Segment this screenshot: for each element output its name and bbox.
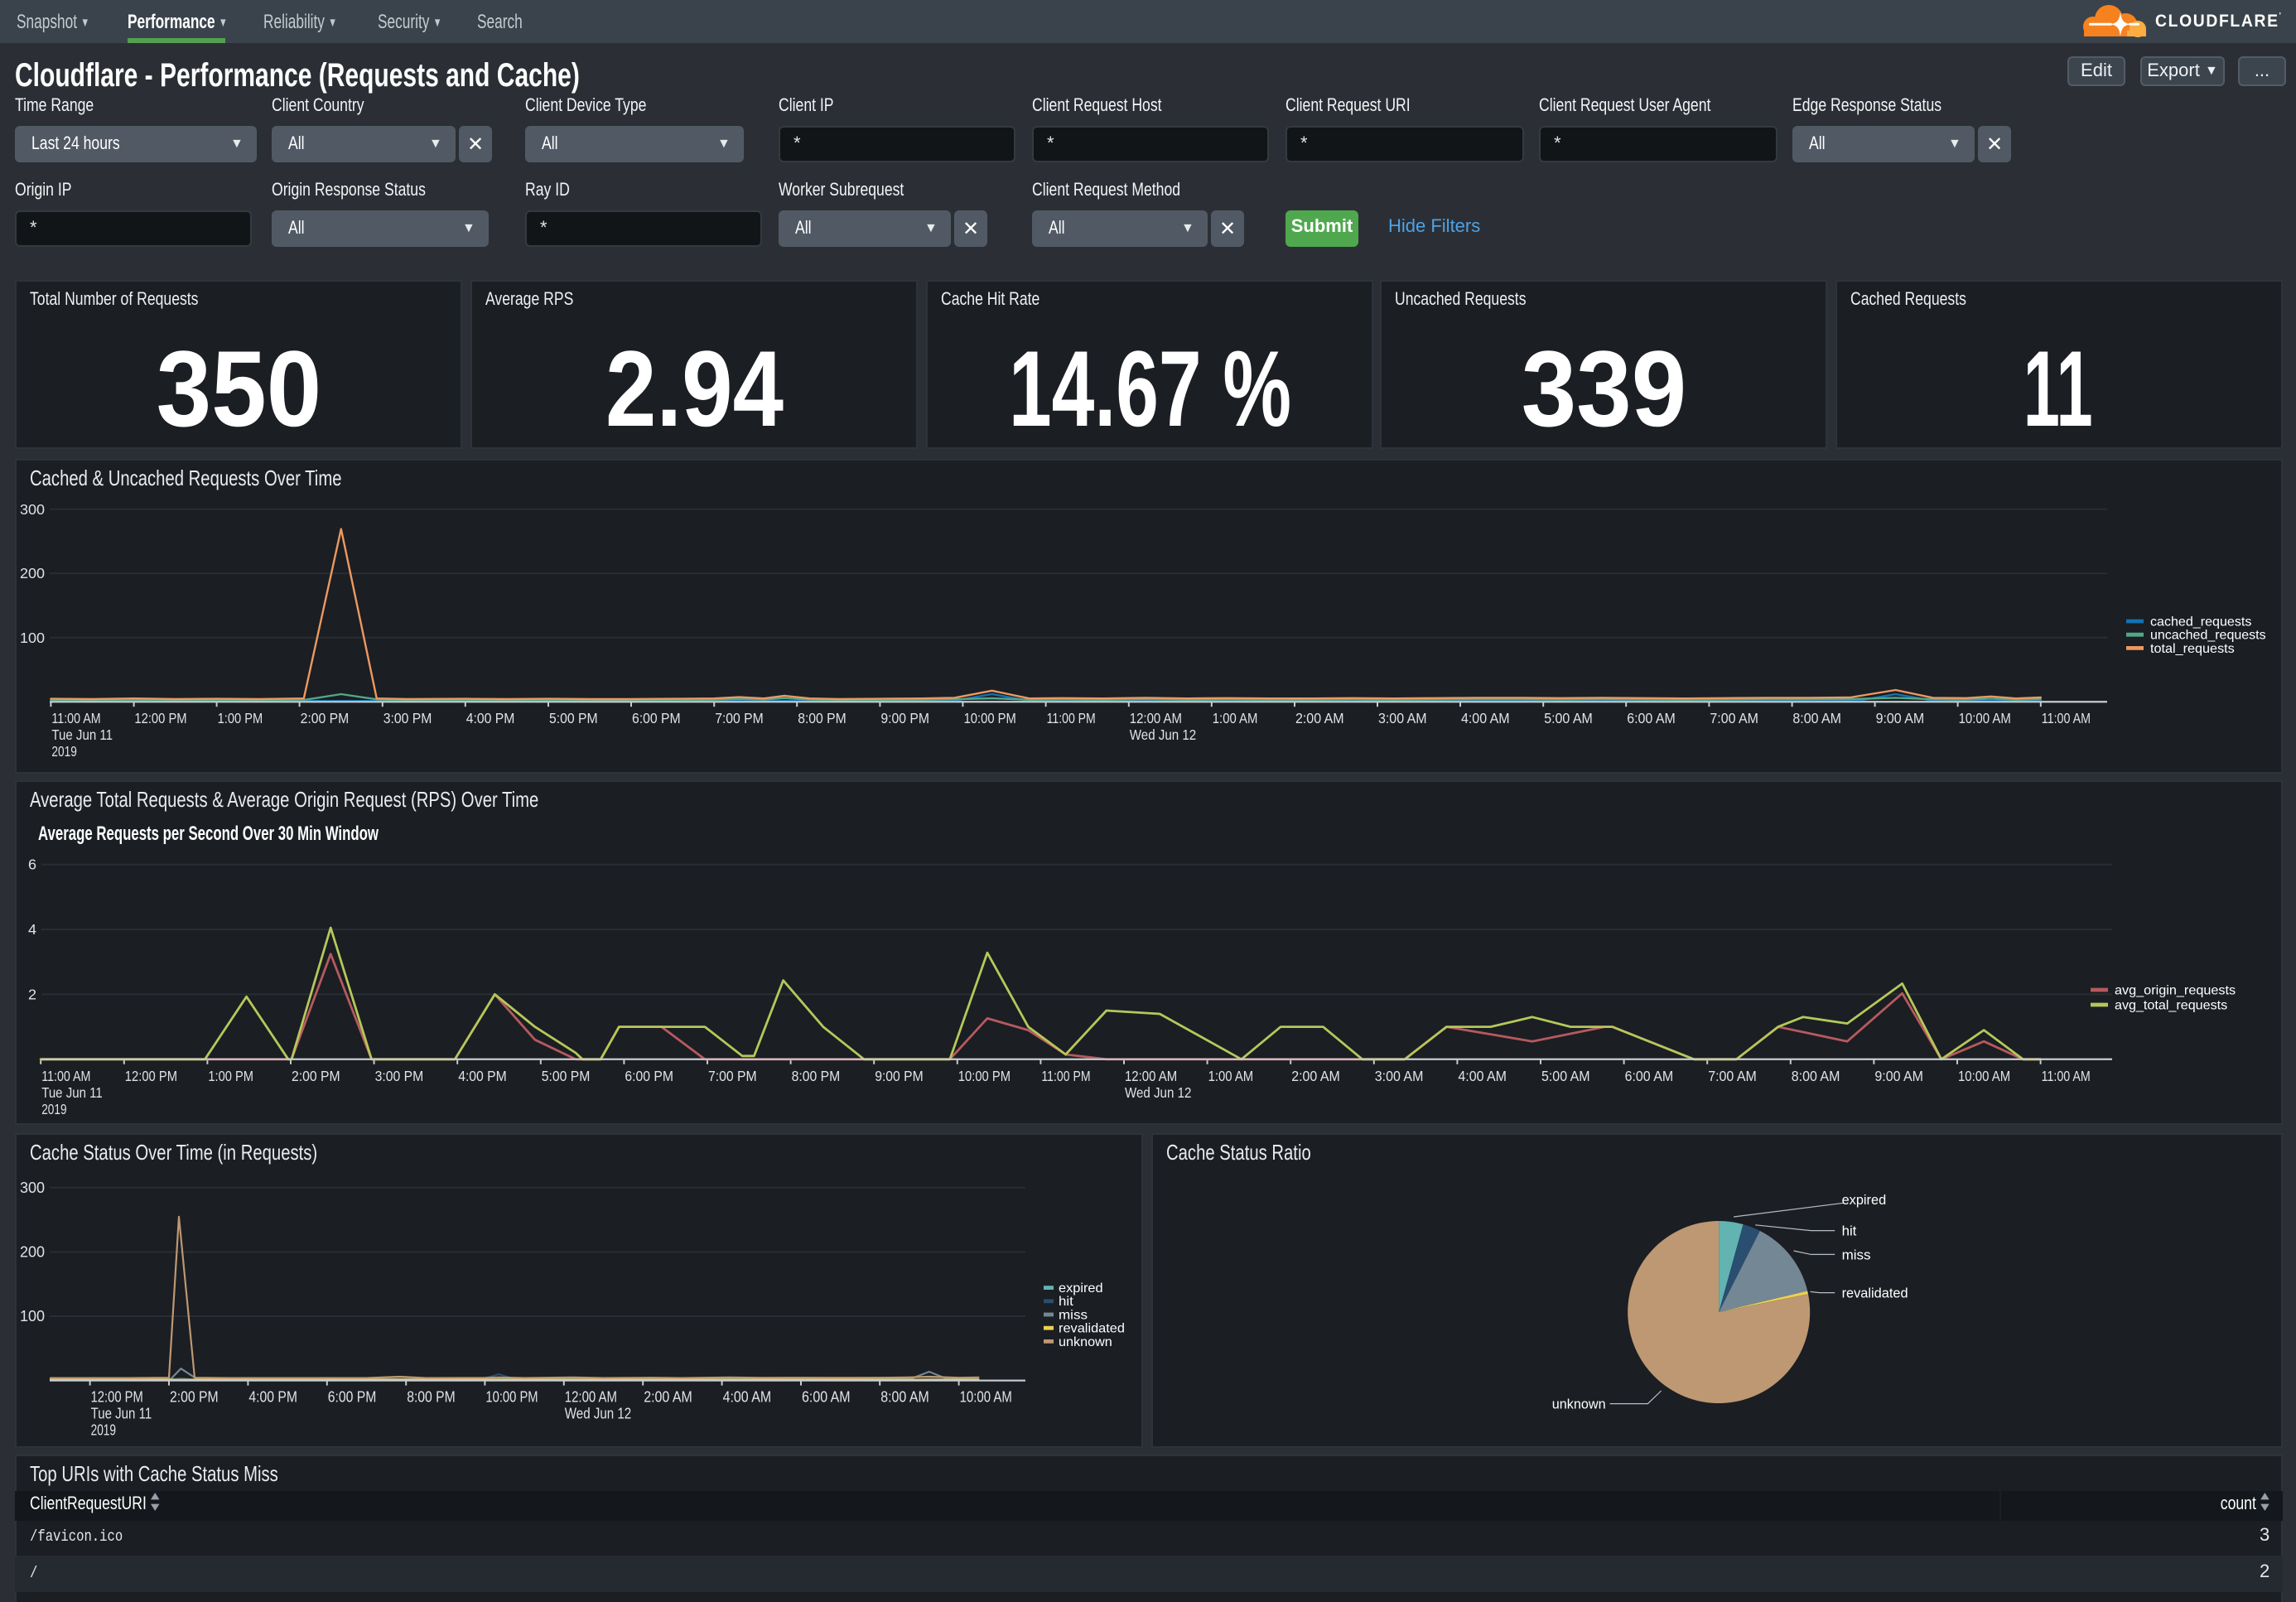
svg-text:11:00 AM: 11:00 AM (41, 1068, 90, 1084)
svg-text:300: 300 (20, 500, 45, 517)
svg-text:10:00 AM: 10:00 AM (960, 1388, 1012, 1405)
svg-text:9:00 PM: 9:00 PM (880, 709, 929, 726)
svg-text:8:00 PM: 8:00 PM (407, 1388, 456, 1405)
svg-text:Wed Jun 12: Wed Jun 12 (1130, 726, 1196, 742)
svg-text:2:00 AM: 2:00 AM (1291, 1068, 1340, 1084)
svg-text:4:00 PM: 4:00 PM (458, 1068, 507, 1084)
svg-text:11:00 PM: 11:00 PM (1047, 709, 1096, 726)
svg-text:cached_requests: cached_requests (2150, 614, 2251, 628)
svg-text:miss: miss (1059, 1307, 1088, 1321)
svg-text:100: 100 (20, 1307, 45, 1324)
svg-text:Tue Jun 11: Tue Jun 11 (91, 1405, 152, 1421)
svg-text:2019: 2019 (51, 742, 76, 759)
svg-text:8:00 AM: 8:00 AM (880, 1388, 929, 1405)
svg-text:Tue Jun 11: Tue Jun 11 (51, 726, 113, 742)
svg-text:hit: hit (1841, 1223, 1856, 1238)
svg-text:5:00 AM: 5:00 AM (1544, 709, 1593, 726)
svg-text:2:00 PM: 2:00 PM (292, 1068, 340, 1084)
svg-text:7:00 PM: 7:00 PM (715, 709, 764, 726)
svg-text:1:00 AM: 1:00 AM (1208, 1068, 1254, 1084)
svg-text:2: 2 (28, 986, 36, 1002)
svg-text:10:00 PM: 10:00 PM (485, 1388, 538, 1405)
svg-text:avg_total_requests: avg_total_requests (2115, 998, 2227, 1012)
svg-text:6:00 AM: 6:00 AM (1625, 1068, 1674, 1084)
svg-text:miss: miss (1841, 1246, 1870, 1262)
svg-text:8:00 PM: 8:00 PM (792, 1068, 841, 1084)
svg-text:unknown: unknown (1059, 1334, 1112, 1349)
svg-text:7:00 AM: 7:00 AM (1710, 709, 1758, 726)
svg-text:2:00 PM: 2:00 PM (170, 1388, 219, 1405)
svg-text:10:00 AM: 10:00 AM (1959, 709, 2011, 726)
svg-text:3:00 PM: 3:00 PM (383, 709, 432, 726)
svg-text:200: 200 (20, 1243, 45, 1259)
svg-text:4:00 AM: 4:00 AM (1461, 709, 1510, 726)
svg-text:1:00 PM: 1:00 PM (208, 1068, 253, 1084)
svg-text:Wed Jun 12: Wed Jun 12 (565, 1405, 631, 1421)
svg-text:11:00 PM: 11:00 PM (1041, 1068, 1090, 1084)
svg-text:200: 200 (20, 564, 45, 581)
svg-text:300: 300 (20, 1179, 45, 1195)
svg-text:uncached_requests: uncached_requests (2150, 628, 2266, 642)
svg-text:12:00 PM: 12:00 PM (91, 1388, 143, 1405)
svg-text:9:00 AM: 9:00 AM (1874, 1068, 1923, 1084)
svg-text:3:00 AM: 3:00 AM (1378, 709, 1427, 726)
svg-text:8:00 PM: 8:00 PM (798, 709, 847, 726)
svg-text:3:00 PM: 3:00 PM (375, 1068, 424, 1084)
svg-text:4:00 AM: 4:00 AM (1458, 1068, 1507, 1084)
svg-text:4:00 PM: 4:00 PM (466, 709, 515, 726)
svg-text:1:00 PM: 1:00 PM (218, 709, 263, 726)
svg-text:11:00 AM: 11:00 AM (2042, 709, 2091, 726)
svg-text:1:00 AM: 1:00 AM (1213, 709, 1258, 726)
svg-text:2:00 AM: 2:00 AM (644, 1388, 692, 1405)
svg-text:2:00 PM: 2:00 PM (301, 709, 350, 726)
svg-text:3:00 AM: 3:00 AM (1375, 1068, 1424, 1084)
svg-text:12:00 AM: 12:00 AM (1130, 709, 1182, 726)
svg-text:expired: expired (1059, 1281, 1103, 1295)
svg-text:9:00 AM: 9:00 AM (1876, 709, 1925, 726)
svg-text:revalidated: revalidated (1841, 1285, 1908, 1300)
svg-text:7:00 PM: 7:00 PM (708, 1068, 757, 1084)
svg-text:6:00 AM: 6:00 AM (802, 1388, 851, 1405)
svg-text:6:00 PM: 6:00 PM (328, 1388, 377, 1405)
svg-text:2:00 AM: 2:00 AM (1295, 709, 1344, 726)
svg-text:7:00 AM: 7:00 AM (1708, 1068, 1757, 1084)
svg-text:11:00 AM: 11:00 AM (51, 709, 100, 726)
svg-text:10:00 AM: 10:00 AM (1958, 1068, 2010, 1084)
svg-text:2019: 2019 (41, 1101, 66, 1117)
svg-text:6:00 PM: 6:00 PM (625, 1068, 673, 1084)
svg-text:6: 6 (28, 856, 36, 873)
svg-text:10:00 PM: 10:00 PM (964, 709, 1016, 726)
svg-text:100: 100 (20, 629, 45, 645)
svg-text:8:00 AM: 8:00 AM (1792, 1068, 1840, 1084)
svg-text:4:00 PM: 4:00 PM (248, 1388, 297, 1405)
svg-text:total_requests: total_requests (2150, 641, 2235, 655)
svg-text:12:00 PM: 12:00 PM (134, 709, 186, 726)
svg-text:Wed Jun 12: Wed Jun 12 (1125, 1084, 1191, 1101)
svg-text:revalidated: revalidated (1059, 1321, 1125, 1335)
svg-text:11:00 AM: 11:00 AM (2042, 1068, 2091, 1084)
svg-text:2019: 2019 (91, 1421, 116, 1438)
svg-text:5:00 PM: 5:00 PM (549, 709, 598, 726)
svg-text:8:00 AM: 8:00 AM (1792, 709, 1841, 726)
svg-text:4: 4 (28, 921, 36, 938)
svg-text:5:00 AM: 5:00 AM (1541, 1068, 1590, 1084)
svg-text:6:00 PM: 6:00 PM (632, 709, 681, 726)
svg-text:9:00 PM: 9:00 PM (875, 1068, 924, 1084)
svg-text:4:00 AM: 4:00 AM (723, 1388, 772, 1405)
svg-text:Tue Jun 11: Tue Jun 11 (41, 1084, 103, 1101)
svg-text:expired: expired (1841, 1191, 1886, 1207)
svg-text:6:00 AM: 6:00 AM (1627, 709, 1676, 726)
svg-text:unknown: unknown (1551, 1396, 1605, 1411)
svg-text:12:00 PM: 12:00 PM (125, 1068, 177, 1084)
svg-text:avg_origin_requests: avg_origin_requests (2115, 983, 2236, 997)
svg-text:hit: hit (1059, 1294, 1073, 1308)
svg-text:5:00 PM: 5:00 PM (542, 1068, 591, 1084)
svg-text:12:00 AM: 12:00 AM (1125, 1068, 1177, 1084)
svg-text:10:00 PM: 10:00 PM (958, 1068, 1011, 1084)
svg-text:12:00 AM: 12:00 AM (565, 1388, 617, 1405)
